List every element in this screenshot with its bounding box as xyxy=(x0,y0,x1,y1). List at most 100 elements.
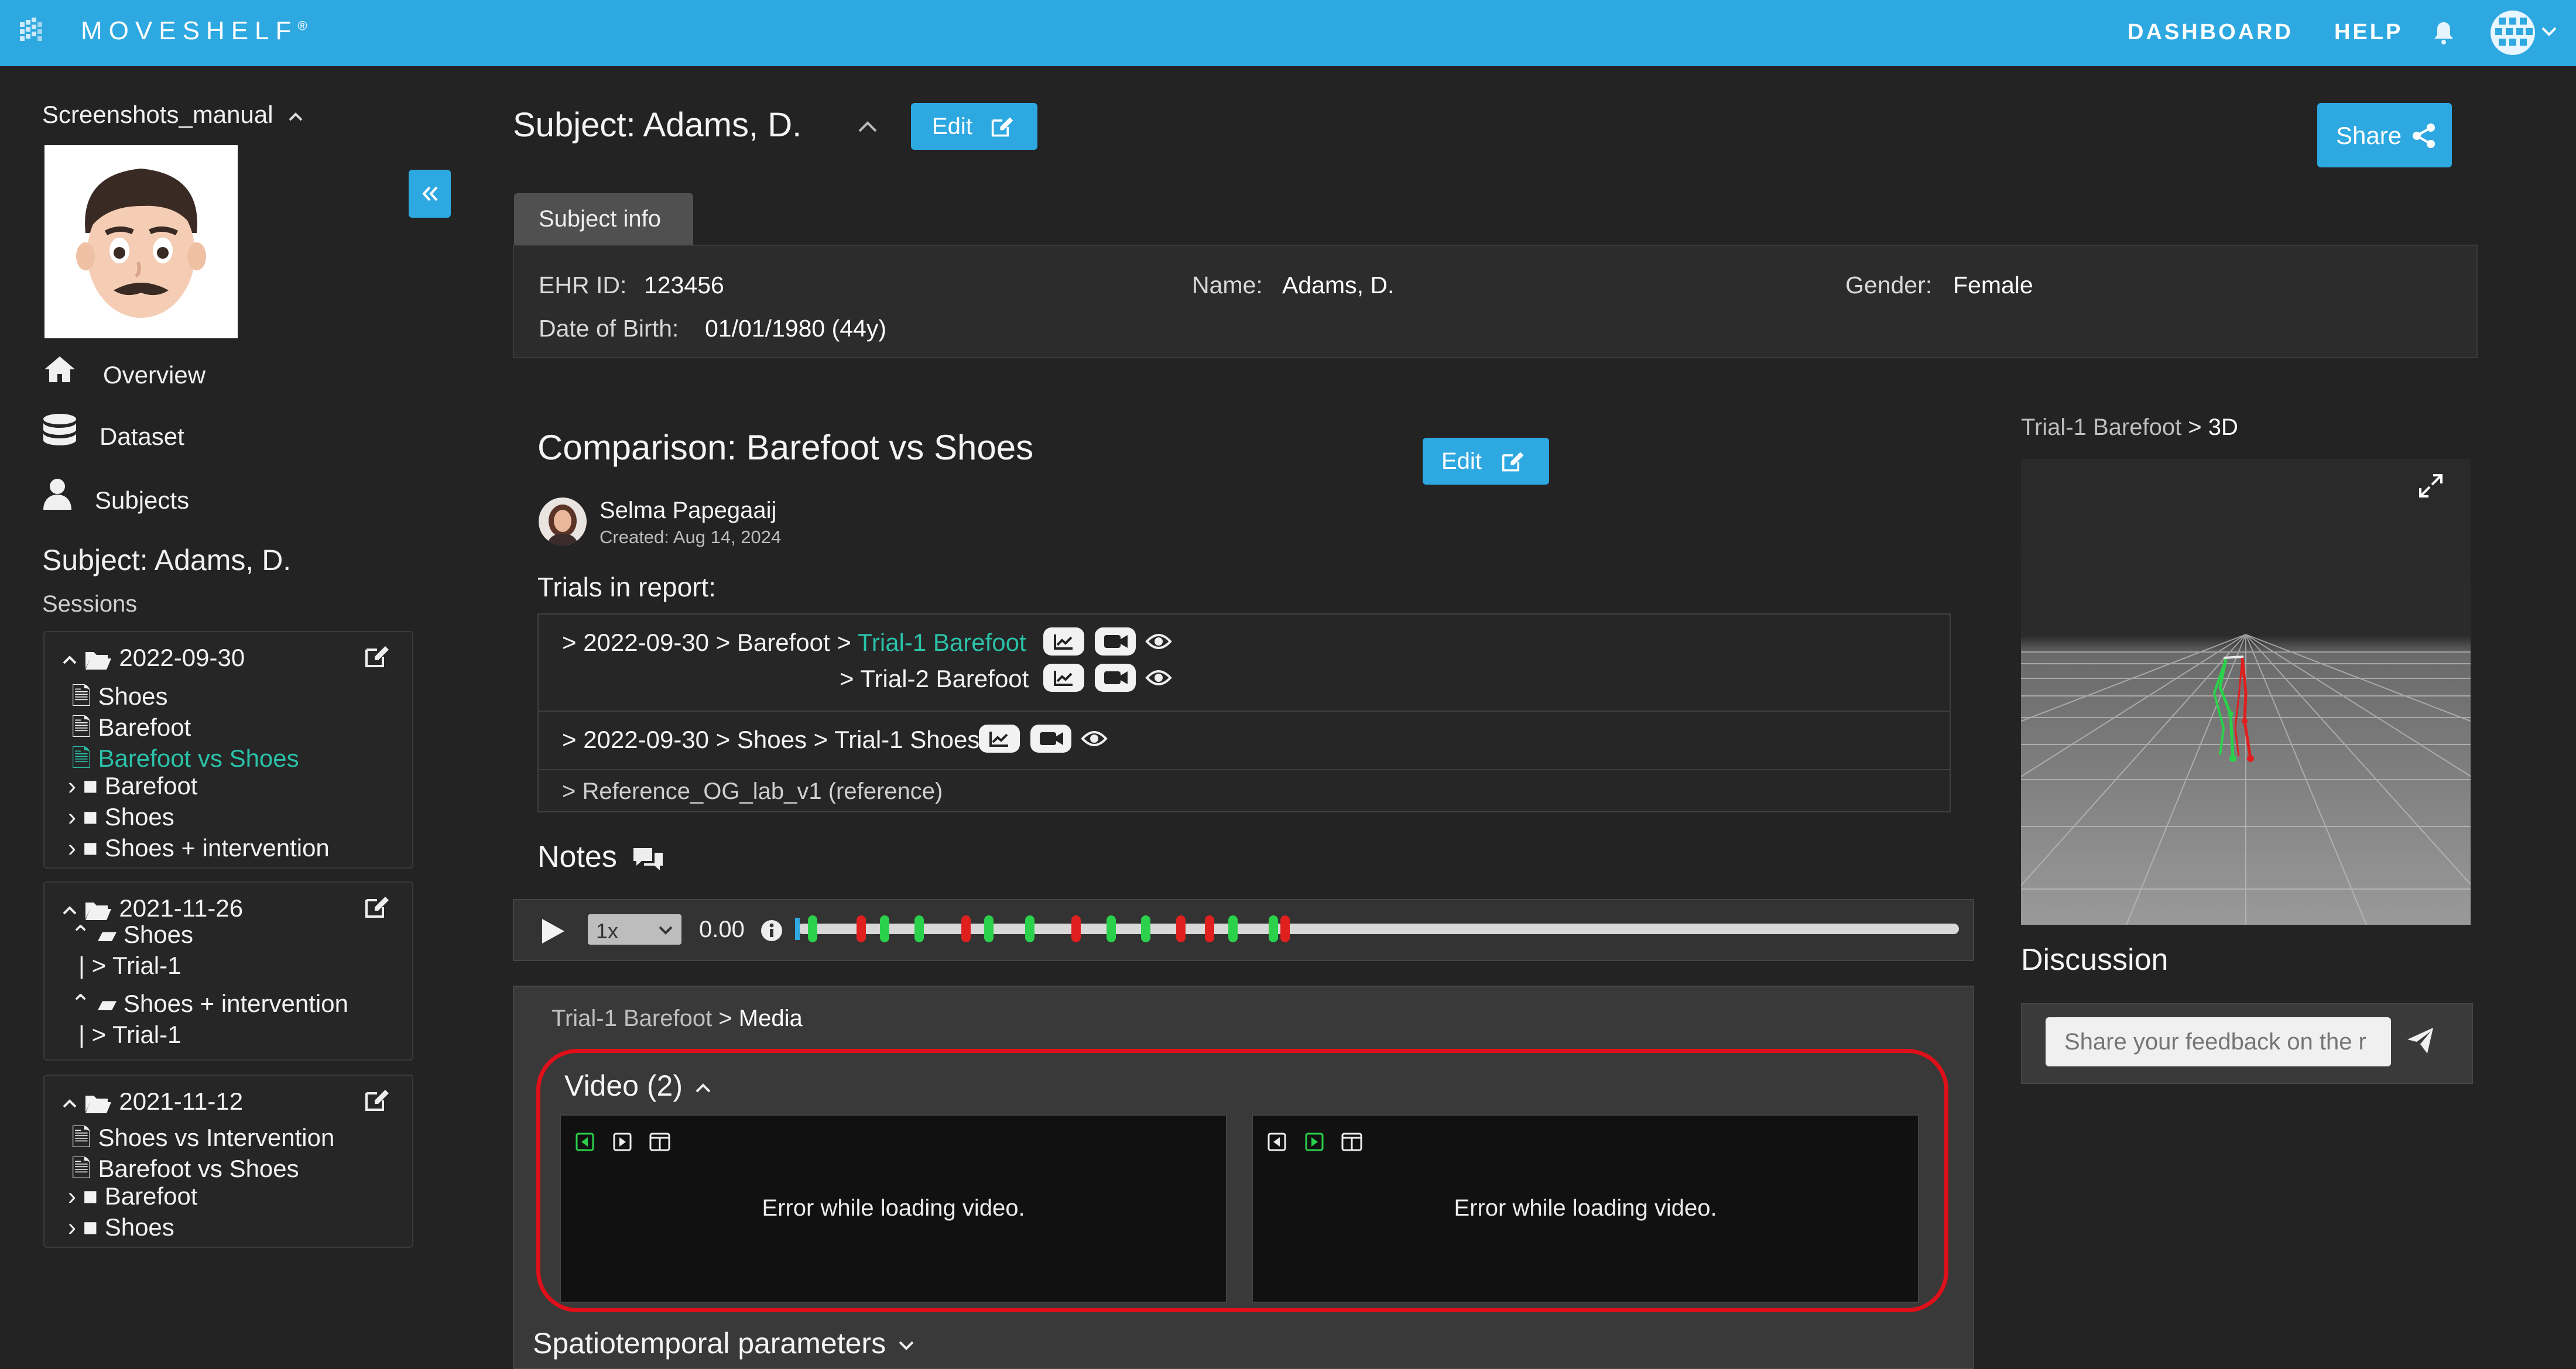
folder-icon: ■ xyxy=(83,1182,98,1210)
session-header[interactable]: 2021-11-12 xyxy=(62,1087,243,1116)
brand-name[interactable]: MOVESHELF® xyxy=(81,16,307,46)
video-camera-icon[interactable] xyxy=(1095,627,1136,656)
play-icon[interactable] xyxy=(540,917,567,946)
video-camera-icon[interactable] xyxy=(1095,664,1136,692)
session-header[interactable]: 2022-09-30 xyxy=(62,644,245,672)
spatiotemporal-section-toggle[interactable]: Spatiotemporal parameters xyxy=(533,1326,915,1360)
event-marker[interactable] xyxy=(1176,915,1186,942)
trial-folder[interactable]: › ■ Barefoot xyxy=(68,772,197,800)
comments-icon[interactable] xyxy=(631,846,665,872)
playback-bar: 1x 0.00 xyxy=(513,899,1974,961)
trials-table: > 2022-09-30 > Barefoot > Trial-1 Barefo… xyxy=(537,613,1951,812)
event-marker[interactable] xyxy=(1205,915,1214,942)
reference-row[interactable]: > Reference_OG_lab_v1 (reference) xyxy=(562,778,943,805)
breadcrumb-trial-link[interactable]: Trial-1 Barefoot xyxy=(551,1006,712,1031)
trial-folder[interactable]: › ■ Barefoot xyxy=(68,1182,197,1210)
document-icon: 🗎 xyxy=(71,744,91,772)
speed-select[interactable]: 1x xyxy=(588,914,681,945)
nav-dashboard-link[interactable]: DASHBOARD xyxy=(2128,20,2293,45)
condition-folder[interactable]: ⌃ ▰ Shoes xyxy=(70,920,193,949)
page-title: Subject: Adams, D. xyxy=(513,106,802,144)
trial-folder[interactable]: › ■ Shoes xyxy=(68,803,174,831)
send-paper-plane-icon[interactable] xyxy=(2405,1025,2435,1056)
folder-open-icon: ▰ xyxy=(97,921,117,948)
breadcrumb-trial-link[interactable]: Trial-1 Barefoot xyxy=(2021,414,2181,440)
event-marker[interactable] xyxy=(1228,915,1238,942)
folder-icon: ■ xyxy=(83,1213,98,1241)
event-marker[interactable] xyxy=(1071,915,1081,942)
fullscreen-expand-icon[interactable] xyxy=(2418,473,2444,499)
edit-session-icon[interactable] xyxy=(364,894,391,919)
edit-icon xyxy=(991,117,1013,137)
timeline-track[interactable] xyxy=(795,915,1959,942)
trial-item[interactable]: | > Trial-1 xyxy=(78,952,181,980)
event-marker[interactable] xyxy=(1280,915,1290,942)
document-icon: 🗎 xyxy=(71,1155,91,1182)
folder-open-icon: ▰ xyxy=(97,990,117,1017)
edit-subject-button[interactable]: Edit xyxy=(911,103,1037,150)
event-marker[interactable] xyxy=(984,915,994,942)
share-button[interactable]: Share xyxy=(2317,103,2452,167)
event-marker[interactable] xyxy=(808,915,817,942)
user-menu-chevron-down-icon[interactable] xyxy=(2541,26,2557,37)
gender-label: Gender: xyxy=(1845,272,1933,298)
info-icon[interactable] xyxy=(760,919,783,942)
trial-folder[interactable]: › ■ Shoes xyxy=(68,1213,174,1241)
feedback-input[interactable] xyxy=(2046,1017,2391,1066)
notes-heading: Notes xyxy=(537,839,665,874)
database-icon xyxy=(43,414,76,445)
double-chevron-left-icon xyxy=(422,186,438,201)
user-avatar[interactable] xyxy=(2491,11,2535,55)
edit-session-icon[interactable] xyxy=(364,1087,391,1112)
chart-icon[interactable] xyxy=(1043,627,1084,656)
document-icon: 🗎 xyxy=(71,1124,91,1151)
chevron-up-icon xyxy=(289,112,303,121)
event-marker[interactable] xyxy=(914,915,924,942)
folder-open-icon xyxy=(85,902,111,920)
trials-heading: Trials in report: xyxy=(537,572,717,602)
document-icon: 🗎 xyxy=(71,713,91,741)
event-marker[interactable] xyxy=(1107,915,1116,942)
folder-open-icon xyxy=(85,1095,111,1113)
chart-icon[interactable] xyxy=(979,725,1020,753)
playhead[interactable] xyxy=(795,918,800,940)
3d-viewer[interactable] xyxy=(2021,459,2471,925)
trial-link[interactable]: Trial-1 Barefoot xyxy=(858,629,1026,656)
eye-icon[interactable] xyxy=(1145,666,1173,689)
trial-folder[interactable]: › ■ Shoes + intervention xyxy=(68,834,330,862)
edit-comparison-button[interactable]: Edit xyxy=(1423,438,1549,485)
event-marker[interactable] xyxy=(1025,915,1034,942)
condition-folder[interactable]: ⌃ ▰ Shoes + intervention xyxy=(70,989,348,1018)
trial-item[interactable]: | > Trial-1 xyxy=(78,1021,181,1049)
chevron-down-icon xyxy=(659,926,673,935)
folder-icon: ■ xyxy=(83,803,98,831)
video-camera-icon[interactable] xyxy=(1030,725,1072,753)
event-marker[interactable] xyxy=(857,915,866,942)
event-marker[interactable] xyxy=(880,915,889,942)
session-header[interactable]: 2021-11-26 xyxy=(62,894,243,922)
event-marker[interactable] xyxy=(1141,915,1150,942)
user-icon xyxy=(43,479,71,510)
sidebar-item-label: Overview xyxy=(103,361,206,389)
moveshelf-logo-icon[interactable] xyxy=(16,14,54,52)
notifications-bell-icon[interactable] xyxy=(2432,20,2455,46)
trial-actions xyxy=(1043,627,1173,656)
collapse-chevron-up-icon[interactable] xyxy=(857,119,878,133)
project-selector[interactable]: Screenshots_manual xyxy=(42,101,303,129)
event-marker[interactable] xyxy=(961,915,971,942)
share-icon xyxy=(2413,123,2435,148)
viewer-breadcrumb: Trial-1 Barefoot > 3D xyxy=(2021,414,2238,440)
eye-icon[interactable] xyxy=(1145,630,1173,653)
name-label: Name: xyxy=(1192,272,1263,298)
sessions-label: Sessions xyxy=(42,591,138,617)
session-card-2021-11-26: 2021-11-26 ⌃ ▰ Shoes | > Trial-1 ⌃ ▰ Sho… xyxy=(43,881,413,1061)
eye-icon[interactable] xyxy=(1080,727,1108,750)
comparison-title: Comparison: Barefoot vs Shoes xyxy=(537,428,1034,467)
nav-help-link[interactable]: HELP xyxy=(2334,20,2403,45)
tab-subject-info[interactable]: Subject info xyxy=(514,193,693,246)
chart-icon[interactable] xyxy=(1043,664,1084,692)
edit-session-icon[interactable] xyxy=(364,644,391,668)
document-icon: 🗎 xyxy=(71,682,91,710)
event-marker[interactable] xyxy=(1269,915,1278,942)
collapse-sidebar-button[interactable] xyxy=(409,170,451,218)
